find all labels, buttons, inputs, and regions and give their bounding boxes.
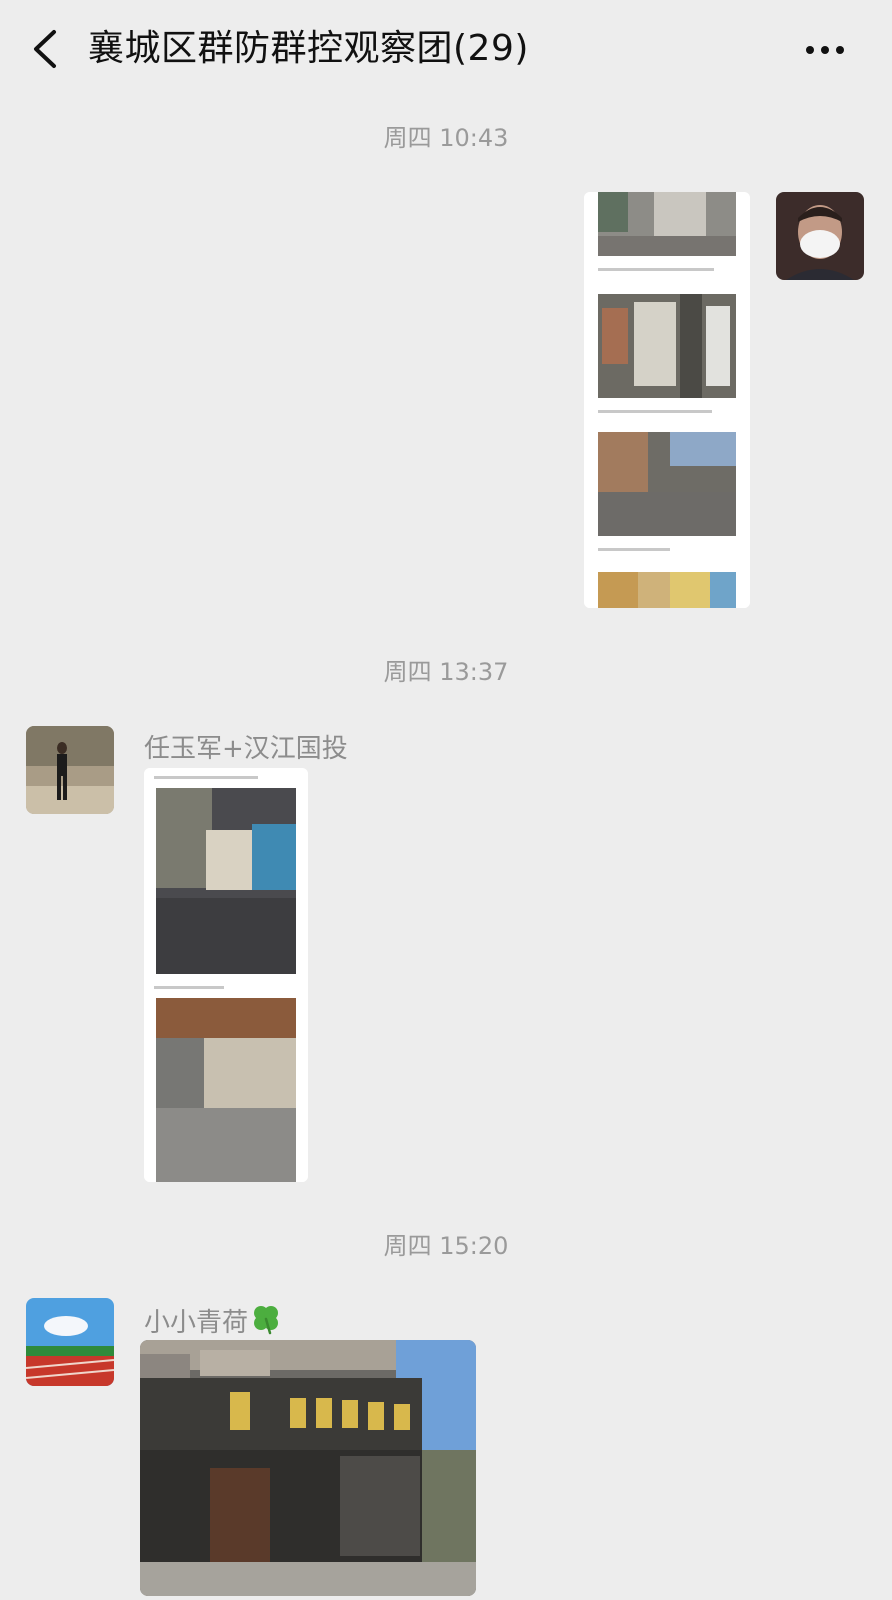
- user-avatar-image: [776, 192, 864, 280]
- back-button[interactable]: [26, 24, 66, 74]
- image-message[interactable]: [144, 768, 308, 1182]
- chevron-left-icon: [34, 30, 56, 68]
- user-avatar-image: [26, 726, 114, 814]
- user-avatar-image: [26, 1298, 114, 1386]
- sender-avatar[interactable]: [26, 1298, 114, 1386]
- image-message[interactable]: [584, 192, 750, 608]
- four-leaf-clover-icon: [254, 1306, 279, 1335]
- message-timestamp: 周四 13:37: [383, 658, 509, 686]
- chat-header: 襄城区群防群控观察团(29): [0, 0, 892, 100]
- ellipsis-icon: [806, 46, 844, 54]
- document-screenshot-image: [144, 768, 308, 1182]
- sender-avatar[interactable]: [26, 726, 114, 814]
- document-screenshot-image: [584, 192, 750, 608]
- message-timestamp: 周四 10:43: [383, 124, 509, 152]
- more-options-button[interactable]: [800, 30, 850, 70]
- sender-name: 任玉军+汉江国投: [144, 734, 348, 764]
- sender-name: 小小青荷: [144, 1302, 282, 1339]
- message-timestamp: 周四 15:20: [383, 1232, 509, 1260]
- my-avatar[interactable]: [776, 192, 864, 280]
- chat-title: 襄城区群防群控观察团(29): [88, 28, 529, 69]
- image-message[interactable]: [140, 1340, 476, 1596]
- sender-name-text: 小小青荷: [144, 1308, 249, 1338]
- storefront-photo: [140, 1340, 476, 1596]
